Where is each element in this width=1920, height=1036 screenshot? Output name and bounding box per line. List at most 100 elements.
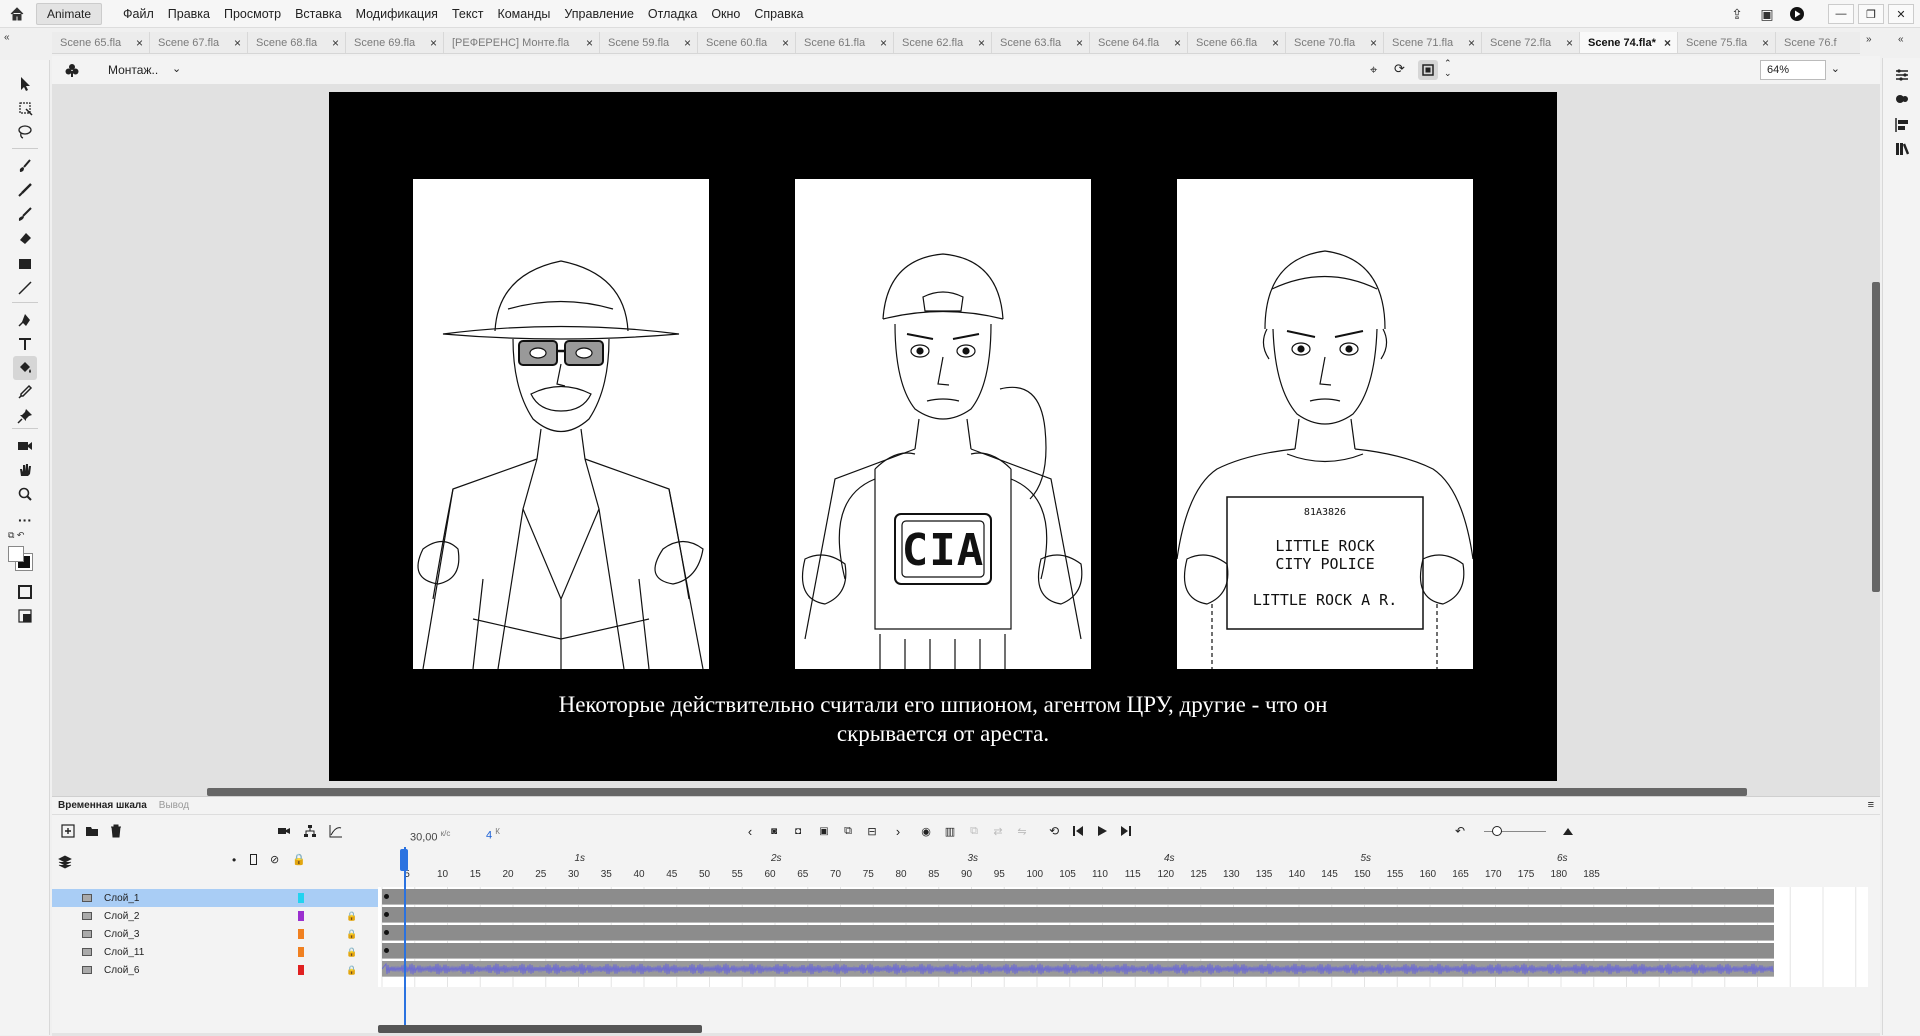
document-tab[interactable]: Scene 60.fla × — [698, 32, 796, 53]
zoom-dropdown-icon[interactable]: ⌄ — [1831, 62, 1840, 75]
scene-name[interactable]: Монтаж.. — [108, 63, 158, 77]
delete-frame-icon[interactable]: ⊟ — [862, 821, 882, 841]
close-tab-icon[interactable]: × — [1174, 36, 1181, 50]
close-tab-icon[interactable]: × — [586, 36, 593, 50]
onion-skin-icon[interactable]: ◉ — [916, 821, 936, 841]
clip-content-icon[interactable] — [1418, 60, 1438, 80]
panel-menu-icon[interactable]: ≡ — [1868, 799, 1874, 811]
layer-lock-icon[interactable]: 🔒 — [346, 965, 357, 976]
text-tool-icon[interactable] — [13, 332, 37, 356]
play-icon[interactable] — [1092, 821, 1112, 841]
test-movie-icon[interactable] — [1782, 0, 1812, 28]
swap-colors-icon[interactable]: ⧉ ↶ — [8, 530, 24, 541]
document-tab[interactable]: Scene 68.fla × — [248, 32, 346, 53]
more-tools-icon[interactable]: ··· — [13, 508, 37, 532]
document-tab[interactable]: Scene 61.fla × — [796, 32, 894, 53]
zoom-tool-icon[interactable] — [13, 482, 37, 506]
menu-item-2[interactable]: Просмотр — [217, 7, 288, 21]
share-icon[interactable]: ⇪ — [1722, 0, 1752, 28]
object-drawing-icon[interactable] — [13, 580, 37, 604]
next-keyframe-icon[interactable]: › — [888, 821, 908, 841]
layer-name[interactable]: Слой_6 — [104, 965, 139, 976]
stage[interactable]: CIA 81A3826 LITTLE ROCK CITY POLICE LITT… — [329, 92, 1557, 781]
close-tab-icon[interactable]: × — [430, 36, 437, 50]
layer-row[interactable]: Слой_6 🔒 — [52, 961, 378, 979]
close-tab-icon[interactable]: × — [880, 36, 887, 50]
collapse-panel-icon[interactable]: « — [4, 32, 10, 43]
library-panel-icon[interactable] — [1891, 88, 1913, 110]
tab-output[interactable]: Вывод — [153, 800, 195, 811]
document-tab[interactable]: Scene 76.f — [1776, 32, 1860, 53]
paint-brush-tool-icon[interactable] — [13, 154, 37, 178]
fps-value[interactable]: 30,00 — [410, 832, 438, 844]
document-tab[interactable]: Scene 75.fla × — [1678, 32, 1776, 53]
layer-row[interactable]: Слой_11 🔒 — [52, 943, 378, 961]
align-panel-icon[interactable] — [1891, 114, 1913, 136]
layer-name[interactable]: Слой_2 — [104, 911, 139, 922]
layer-outline-color[interactable] — [298, 965, 304, 975]
close-tab-icon[interactable]: × — [136, 36, 143, 50]
document-tab[interactable]: Scene 74.fla* × — [1580, 32, 1678, 53]
close-tab-icon[interactable]: × — [1370, 36, 1377, 50]
zoom-stepper-icon[interactable]: ⌃ ⌄ — [1444, 58, 1452, 78]
close-tab-icon[interactable]: × — [978, 36, 985, 50]
home-icon[interactable] — [0, 0, 34, 28]
current-frame[interactable]: 4 К — [486, 827, 500, 842]
layer-outline-color[interactable] — [298, 911, 304, 921]
layer-row[interactable]: Слой_1 — [52, 889, 378, 907]
rectangle-tool-icon[interactable] — [13, 252, 37, 276]
lasso-tool-icon[interactable] — [13, 120, 37, 144]
workspace-layout-icon[interactable]: ▣ — [1752, 0, 1782, 28]
free-transform-tool-icon[interactable] — [13, 96, 37, 120]
close-window-button[interactable]: ✕ — [1888, 4, 1914, 24]
menu-item-8[interactable]: Отладка — [641, 7, 704, 21]
frames-area[interactable] — [378, 887, 1868, 987]
camera-toggle-icon[interactable] — [274, 821, 294, 841]
insert-keyframe-icon[interactable]: ◙ — [764, 821, 784, 841]
insert-blank-keyframe-icon[interactable]: ◘ — [788, 821, 808, 841]
create-tween-icon[interactable]: ⧉ — [838, 821, 858, 841]
frames-row-layer11[interactable] — [382, 943, 1774, 959]
document-tab[interactable]: [РЕФЕРЕНС] Монте.fla × — [444, 32, 600, 53]
menu-item-0[interactable]: Файл — [116, 7, 161, 21]
eyedropper-tool-icon[interactable] — [13, 380, 37, 404]
fill-stroke-swatch[interactable] — [8, 546, 33, 571]
layer-lock-icon[interactable]: 🔒 — [346, 947, 357, 958]
selection-tool-icon[interactable] — [13, 72, 37, 96]
restore-button[interactable]: ❐ — [1858, 4, 1884, 24]
lock-layers-icon[interactable]: 🔒 — [292, 853, 306, 866]
brush-tool-icon[interactable] — [13, 178, 37, 202]
new-layer-icon[interactable] — [58, 821, 78, 841]
document-tab[interactable]: Scene 69.fla × — [346, 32, 444, 53]
document-tab[interactable]: Scene 71.fla × — [1384, 32, 1482, 53]
frames-row-layer3[interactable] — [382, 925, 1774, 941]
timeline-zoom-handle[interactable] — [1492, 826, 1502, 836]
timeline-ruler[interactable]: 5 10 15 20 25 30 35 40 45 50 55 60 65 70 75 80 85 90 95 100… — [378, 849, 1868, 885]
layer-name[interactable]: Слой_11 — [104, 947, 144, 958]
edit-multiple-frames-icon[interactable]: ▥ — [940, 821, 960, 841]
camera-tool-icon[interactable] — [13, 434, 37, 458]
parenting-icon[interactable] — [300, 821, 320, 841]
highlight-layers-icon[interactable]: • — [232, 853, 236, 867]
close-tab-icon[interactable]: × — [1762, 36, 1769, 50]
insert-frame-icon[interactable]: ▣ — [814, 821, 834, 841]
frame-value[interactable]: 4 — [486, 830, 492, 842]
delete-layer-icon[interactable] — [106, 821, 126, 841]
loop-playback-icon[interactable]: ⟲ — [1044, 821, 1064, 841]
document-tab[interactable]: Scene 67.fla × — [150, 32, 248, 53]
properties-panel-icon[interactable] — [1891, 64, 1913, 86]
frames-row-layer1[interactable] — [382, 889, 1774, 905]
layer-row[interactable]: Слой_2 🔒 — [52, 907, 378, 925]
zoom-input[interactable]: 64% — [1760, 60, 1826, 80]
eraser-tool-icon[interactable] — [13, 226, 37, 250]
document-tab[interactable]: Scene 64.fla × — [1090, 32, 1188, 53]
close-tab-icon[interactable]: × — [684, 36, 691, 50]
previous-keyframe-icon[interactable]: ‹ — [740, 821, 760, 841]
center-stage-icon[interactable]: ⌖ — [1370, 62, 1377, 78]
timeline-expand-icon[interactable] — [1558, 821, 1578, 841]
expand-right-panel-icon[interactable]: « — [1898, 34, 1904, 45]
document-tab[interactable]: Scene 72.fla × — [1482, 32, 1580, 53]
document-tab[interactable]: Scene 62.fla × — [894, 32, 992, 53]
layer-lock-icon[interactable]: 🔒 — [346, 929, 357, 940]
fit-timeline-icon[interactable]: ↶ — [1450, 821, 1470, 841]
